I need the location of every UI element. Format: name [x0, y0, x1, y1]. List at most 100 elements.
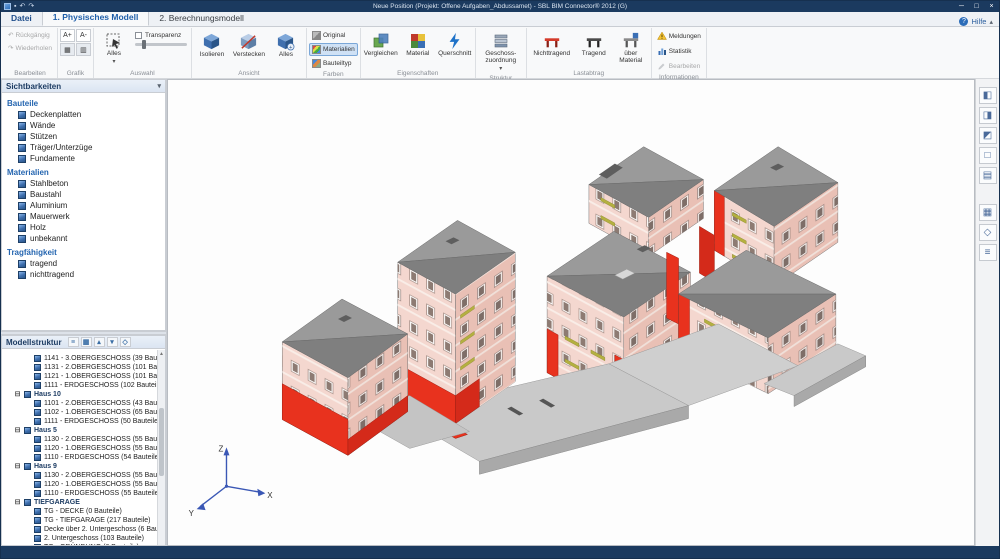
scroll-up-icon[interactable]: ▲: [158, 350, 165, 358]
ribbon-collapse-icon[interactable]: ▴: [989, 18, 993, 26]
tab-datei[interactable]: Datei: [1, 11, 42, 26]
measure-icon[interactable]: ◇: [978, 224, 997, 241]
structure-row[interactable]: 1111 - ERDGESCHOSS (102 Bauteile): [2, 380, 165, 389]
visibility-row[interactable]: Tragfähigkeit: [2, 247, 165, 258]
structure-row[interactable]: 1111 - ERDGESCHOSS (50 Bauteile): [2, 416, 165, 425]
structure-scrollbar[interactable]: ▲: [157, 350, 165, 545]
component-cube-icon[interactable]: [18, 110, 26, 119]
structure-row[interactable]: 1101 - 2.OBERGESCHOSS (43 Bauteile): [2, 398, 165, 407]
structure-row[interactable]: 1102 - 1.OBERGESCHOSS (65 Bauteile): [2, 407, 165, 416]
structure-row[interactable]: TG - TIEFGARAGE (217 Bauteile): [2, 515, 165, 524]
storey-assignment-button[interactable]: Geschoss­zuordnung ▾: [478, 29, 524, 74]
edit-info-button[interactable]: Bearbeiten: [654, 59, 703, 73]
scrollbar-thumb[interactable]: [159, 408, 164, 476]
visibility-row[interactable]: nichttragend: [2, 269, 165, 280]
tree-filter-icon[interactable]: ◇: [119, 337, 131, 347]
component-cube-icon[interactable]: [18, 223, 26, 232]
transparency-checkbox[interactable]: [134, 32, 142, 39]
slider-thumb[interactable]: [142, 40, 147, 49]
material-button[interactable]: Material: [400, 29, 436, 60]
structure-row[interactable]: 1120 - 1.OBERGESCHOSS (55 Bauteile): [2, 443, 165, 452]
layers-icon[interactable]: ▤: [978, 167, 997, 184]
compare-button[interactable]: Vergleichen: [363, 29, 399, 60]
colors-materials-button[interactable]: Materialien: [308, 43, 358, 56]
colors-componenttype-button[interactable]: Bauteiltyp: [309, 57, 355, 70]
component-cube-icon[interactable]: [18, 212, 26, 221]
component-cube-icon[interactable]: [18, 121, 26, 130]
component-cube-icon[interactable]: [18, 190, 26, 199]
loadbearing-button[interactable]: Tragend: [576, 29, 612, 60]
visibility-row[interactable]: tragend: [2, 258, 165, 269]
structure-row[interactable]: Haus 5: [2, 425, 165, 434]
messages-button[interactable]: Meldungen: [654, 29, 704, 43]
structure-row[interactable]: TIEFGARAGE: [2, 497, 165, 506]
visibility-row[interactable]: Bauteile: [2, 98, 165, 109]
component-cube-icon[interactable]: [18, 270, 26, 279]
redo-quick-icon[interactable]: ↷: [28, 3, 34, 10]
visibility-row[interactable]: Mauerwerk: [2, 211, 165, 222]
visibility-row[interactable]: Materialien: [2, 167, 165, 178]
structure-row[interactable]: TG - DECKE (0 Bauteile): [2, 506, 165, 515]
component-cube-icon[interactable]: [18, 143, 26, 152]
expander-icon[interactable]: [14, 391, 21, 398]
colors-original-button[interactable]: Original: [309, 29, 348, 42]
hide-button[interactable]: Verstecken: [231, 29, 267, 61]
structure-row[interactable]: 1110 - ERDGESCHOSS (55 Bauteile): [2, 488, 165, 497]
show-all-button[interactable]: + Alles: [268, 29, 304, 61]
tree-grid-icon[interactable]: ▦: [80, 337, 92, 347]
list-icon[interactable]: ≡: [978, 244, 997, 261]
visibility-row[interactable]: Aluminium: [2, 200, 165, 211]
structure-row[interactable]: TG - GRÜNDUNG (6 Bauteile): [2, 542, 165, 545]
non-loadbearing-button[interactable]: Nichttragend: [529, 29, 575, 60]
viewport[interactable]: Z X Y: [167, 79, 975, 546]
structure-row[interactable]: 1120 - 1.OBERGESCHOSS (55 Bauteile): [2, 479, 165, 488]
help-icon[interactable]: ?: [959, 17, 969, 26]
tree-menu-icon[interactable]: ≡: [67, 337, 79, 347]
isolate-button[interactable]: Isolieren: [194, 29, 230, 61]
expander-icon[interactable]: [14, 463, 21, 470]
font-decrease-button[interactable]: A-: [75, 29, 91, 42]
visibility-row[interactable]: Deckenplatten: [2, 109, 165, 120]
close-button[interactable]: ×: [984, 1, 999, 12]
expander-icon[interactable]: [14, 427, 21, 434]
visibility-row[interactable]: Fundamente: [2, 153, 165, 164]
undo-button[interactable]: ↶ Rückgängig: [5, 29, 53, 41]
visibility-row[interactable]: Stahlbeton: [2, 178, 165, 189]
component-cube-icon[interactable]: [18, 132, 26, 141]
component-cube-icon[interactable]: [18, 234, 26, 243]
visibility-row[interactable]: unbekannt: [2, 233, 165, 244]
view-top-icon[interactable]: □: [978, 147, 997, 164]
minimize-button[interactable]: ─: [954, 1, 969, 12]
structure-row[interactable]: Haus 10: [2, 389, 165, 398]
save-icon[interactable]: ▪: [14, 3, 16, 10]
component-cube-icon[interactable]: [18, 154, 26, 163]
component-cube-icon[interactable]: [18, 201, 26, 210]
visibility-row[interactable]: Baustahl: [2, 189, 165, 200]
statistics-button[interactable]: Statistik: [654, 44, 695, 58]
graphics-option-icon-2[interactable]: ▥: [75, 43, 91, 56]
tab-berechnungsmodell[interactable]: 2. Berechnungsmodell: [149, 11, 254, 26]
panel-pin-icon[interactable]: ▾: [157, 82, 161, 90]
transparency-slider[interactable]: [134, 40, 187, 49]
visibility-row[interactable]: Stützen: [2, 131, 165, 142]
loadbearing-by-material-button[interactable]: über Material: [613, 29, 649, 67]
structure-row[interactable]: 1110 - ERDGESCHOSS (54 Bauteile): [2, 452, 165, 461]
component-cube-icon[interactable]: [18, 259, 26, 268]
expand-all-icon[interactable]: ▾: [106, 337, 118, 347]
visibility-row[interactable]: Wände: [2, 120, 165, 131]
view-side-icon[interactable]: ◨: [978, 107, 997, 124]
grid-icon[interactable]: ▦: [978, 204, 997, 221]
structure-row[interactable]: Haus 9: [2, 461, 165, 470]
visibility-row[interactable]: Holz: [2, 222, 165, 233]
structure-row[interactable]: 1130 - 2.OBERGESCHOSS (55 Bauteile): [2, 434, 165, 443]
structure-row[interactable]: 2. Untergeschoss (103 Bauteile): [2, 533, 165, 542]
view-iso-icon[interactable]: ◩: [978, 127, 997, 144]
structure-row[interactable]: Decke über 2. Untergeschoss (6 Bauteile): [2, 524, 165, 533]
graphics-option-icon-1[interactable]: ▦: [59, 43, 75, 56]
collapse-all-icon[interactable]: ▴: [93, 337, 105, 347]
redo-button[interactable]: ↷ Wiederholen: [5, 42, 55, 54]
maximize-button[interactable]: □: [969, 1, 984, 12]
undo-quick-icon[interactable]: ↶: [19, 3, 25, 10]
cross-section-button[interactable]: Querschnitt: [437, 29, 473, 60]
expander-icon[interactable]: [14, 499, 21, 506]
